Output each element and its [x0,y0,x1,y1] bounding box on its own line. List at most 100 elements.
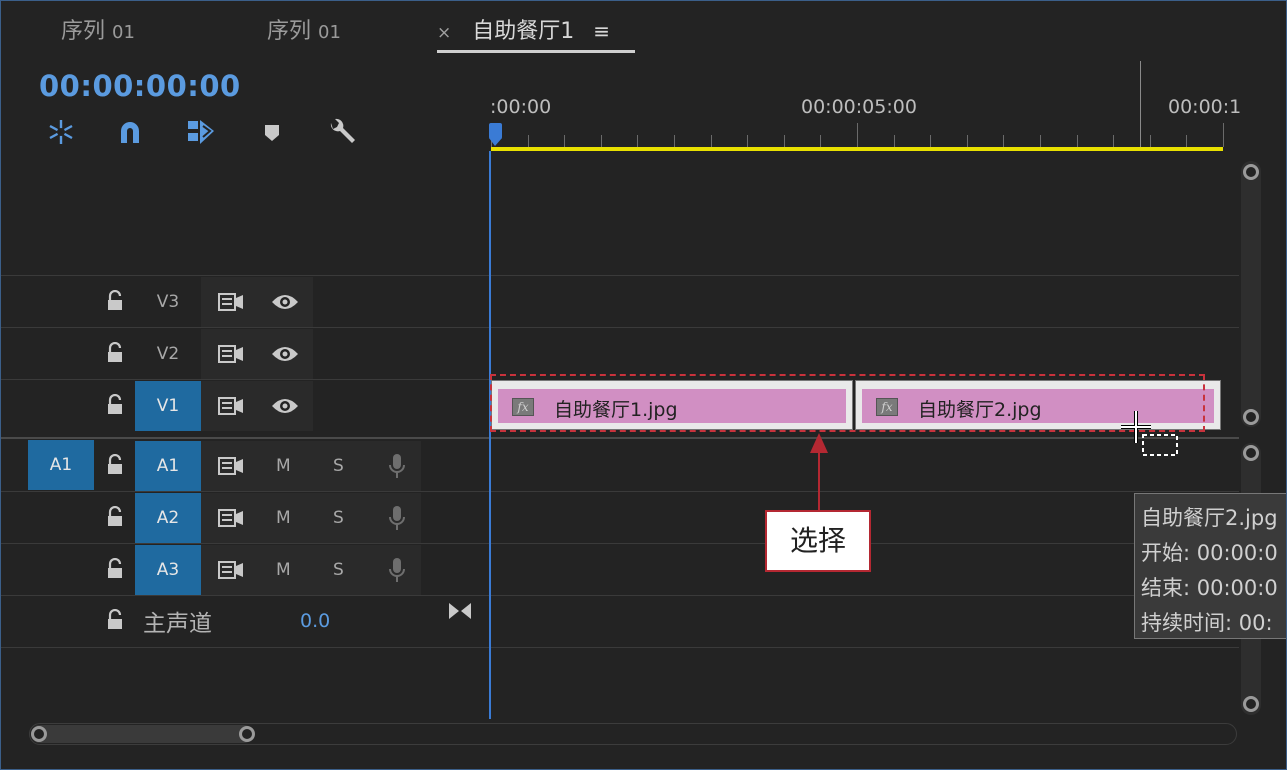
sync-lock-icon[interactable] [218,559,244,581]
go-to-in-out-icon[interactable] [448,601,472,621]
work-area-bar[interactable] [491,147,1223,151]
lock-icon[interactable] [105,453,125,476]
sync-lock-icon[interactable] [218,343,244,365]
clip-info-tooltip: 自助餐厅2.jpg 开始: 00:00:0 结束: 00:00:0 持续时间: … [1134,493,1286,639]
mute-button[interactable]: M [276,456,291,476]
callout-arrow-line [818,451,820,511]
master-track-label: 主声道 [143,611,212,637]
snap-magnet-icon[interactable] [115,117,145,147]
ruler-tick [1040,135,1041,147]
ruler-tick [894,135,895,147]
selection-cursor-icon [1121,411,1181,461]
ruler-tick [820,135,821,147]
track-a1-toggle[interactable]: A1 [135,441,201,491]
source-patch-a1[interactable]: A1 [28,440,94,490]
ruler-tick [1223,123,1224,147]
nest-sequence-icon[interactable] [46,117,76,147]
lock-icon[interactable] [105,341,125,364]
playhead-timecode[interactable]: 00:00:00:00 [39,69,241,103]
horizontal-scroll-thumb[interactable] [31,725,253,743]
ruler-tick [784,135,785,147]
row-divider [1,491,1239,492]
tab-buffet-restaurant-1[interactable]: × 自助餐厅1 ≡ [437,13,610,45]
master-volume-value[interactable]: 0.0 [300,610,330,632]
ruler-tick [601,135,602,147]
tooltip-duration: 持续时间: 00: [1141,611,1273,635]
zoom-handle-right[interactable] [239,726,255,742]
ruler-label-10s: 00:00:1 [1168,96,1242,118]
row-divider [1,275,1239,276]
ruler-tick [1186,135,1187,147]
track-v2-toggle[interactable]: V2 [135,329,201,379]
callout-arrow-head [810,433,828,453]
tooltip-end: 结束: 00:00:0 [1141,576,1278,600]
ruler-tick [674,135,675,147]
ruler-tick [564,135,565,147]
track-a3-toggle[interactable]: A3 [135,545,201,595]
ruler-label-start: :00:00 [490,96,552,118]
track-v3-toggle[interactable]: V3 [135,277,201,327]
track-v1-toggle[interactable]: V1 [135,381,201,431]
lock-icon[interactable] [105,608,125,631]
linked-selection-icon[interactable] [186,117,216,147]
close-icon[interactable]: × [437,23,451,43]
add-marker-icon[interactable] [257,117,287,147]
video-vertical-scrollbar[interactable] [1241,161,1261,427]
ruler-tick [711,135,712,147]
eye-icon[interactable] [271,396,299,416]
ruler-tick [637,135,638,147]
lock-icon[interactable] [105,289,125,312]
sync-lock-icon[interactable] [218,507,244,529]
ruler-tick [967,135,968,147]
solo-button[interactable]: S [333,508,344,528]
row-divider [1,543,1239,544]
eye-icon[interactable] [271,344,299,364]
playhead-line[interactable] [489,151,491,719]
playhead-handle[interactable] [489,123,502,146]
mute-button[interactable]: M [276,560,291,580]
tooltip-start: 开始: 00:00:0 [1141,541,1278,565]
microphone-icon[interactable] [388,453,406,479]
selection-marquee [490,374,1205,432]
lock-icon[interactable] [105,557,125,580]
scroll-handle-bottom[interactable] [1243,696,1259,712]
ruler-tick [1150,135,1151,147]
solo-button[interactable]: S [333,560,344,580]
ruler-end-mark [1140,61,1141,147]
scroll-handle-top[interactable] [1243,445,1259,461]
timeline-panel: 序列 01 序列 01 × 自助餐厅1 ≡ 00:00:00:00 :00:00… [0,0,1287,770]
lock-icon[interactable] [105,505,125,528]
tab-label: 自助餐厅1 [472,19,575,44]
sync-lock-icon[interactable] [218,455,244,477]
scroll-handle-bottom[interactable] [1243,409,1259,425]
row-divider [1,379,489,380]
sync-lock-icon[interactable] [218,395,244,417]
sync-lock-icon[interactable] [218,291,244,313]
tab-sequence-01-b[interactable]: 序列 01 [267,13,341,45]
zoom-handle-left[interactable] [31,726,47,742]
row-divider [1,327,1239,328]
tooltip-clip-name: 自助餐厅2.jpg [1141,506,1278,530]
menu-icon[interactable]: ≡ [593,19,610,43]
track-header-spacer [1,151,489,276]
solo-button[interactable]: S [333,456,344,476]
tab-label: 序列 [61,19,106,44]
select-callout: 选择 [765,510,871,572]
ruler-tick [930,135,931,147]
scroll-handle-top[interactable] [1243,164,1259,180]
ruler-tick [1077,135,1078,147]
ruler-tick [747,135,748,147]
row-divider [1,595,1239,596]
row-divider [1,647,1239,648]
tab-number: 01 [112,22,135,43]
lock-icon[interactable] [105,393,125,416]
microphone-icon[interactable] [388,557,406,583]
tab-sequence-01-a[interactable]: 序列 01 [61,13,135,45]
track-a2-toggle[interactable]: A2 [135,493,201,543]
eye-icon[interactable] [271,292,299,312]
video-audio-divider [1,437,1239,439]
wrench-settings-icon[interactable] [327,117,357,147]
mute-button[interactable]: M [276,508,291,528]
ruler-tick [1003,135,1004,147]
microphone-icon[interactable] [388,505,406,531]
